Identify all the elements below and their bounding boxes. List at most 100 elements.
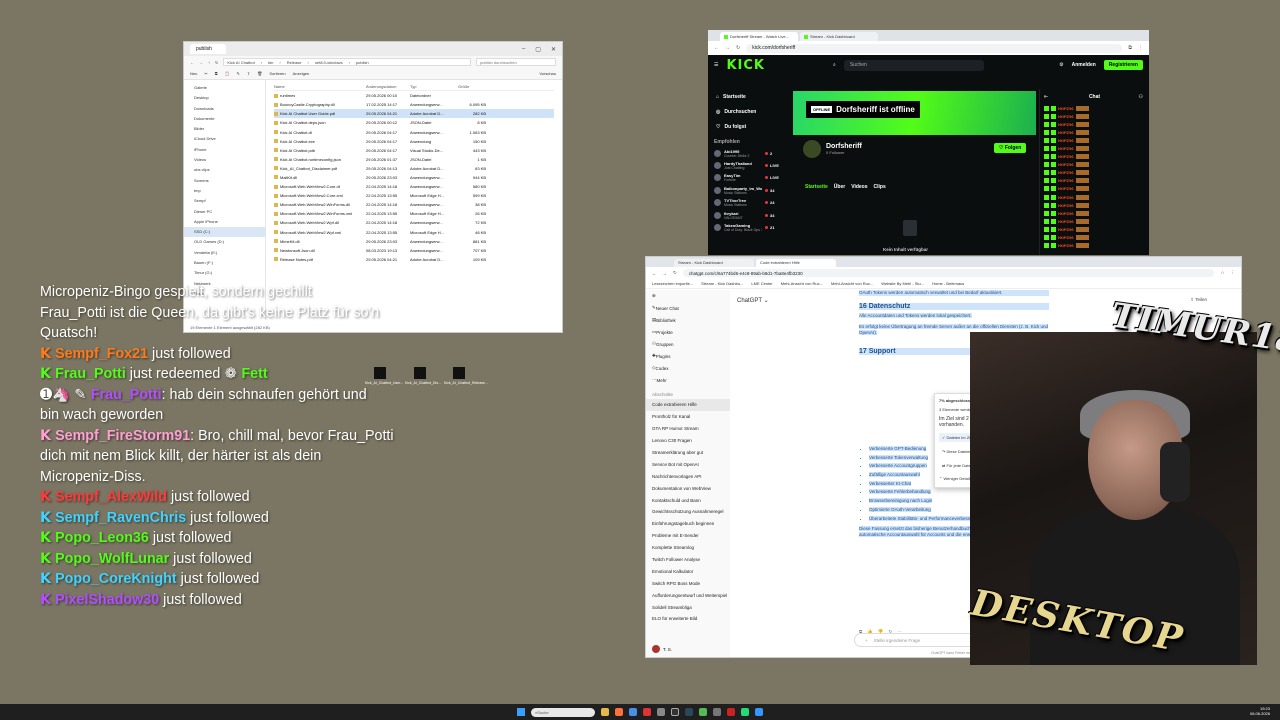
forward-arrow-icon[interactable]: → xyxy=(663,271,668,276)
view-button[interactable]: Anzeigen xyxy=(293,71,310,76)
recommended-channel[interactable]: EasyTim Fortnite LIVE xyxy=(708,172,788,184)
file-row[interactable]: MailKit.dll 29.05.2026 23:03 Anwendungserw… xyxy=(274,173,554,182)
nav-item[interactable]: Dieser PC xyxy=(184,207,265,217)
browser-tab[interactable]: Stream - Kick Dashboard xyxy=(800,32,878,41)
chat-username[interactable]: HOPZ96 xyxy=(1058,130,1074,135)
history-item[interactable]: ELO für erweiterte Bild xyxy=(646,613,730,625)
nav-item[interactable]: Screens xyxy=(184,176,265,186)
settings-gear-icon[interactable]: ⚙ xyxy=(1059,62,1063,68)
hamburger-menu-icon[interactable]: ☰ xyxy=(714,62,718,68)
star-icon[interactable]: ☆ xyxy=(1220,270,1224,276)
nav-following[interactable]: ♡ Du folgst xyxy=(708,119,788,134)
refresh-icon[interactable]: ↻ xyxy=(215,60,218,65)
app-icon[interactable] xyxy=(699,708,707,716)
obs-icon[interactable] xyxy=(671,708,679,716)
menu-dots-icon[interactable]: ⋮ xyxy=(1138,45,1143,51)
chat-username[interactable]: HOPZ96 xyxy=(1058,235,1074,240)
nav-item[interactable]: iCloud Drive xyxy=(184,134,265,144)
recommended-channel[interactable]: Ihrykari VALORANT 34 xyxy=(708,209,788,221)
chat-username[interactable]: HOPZ96 xyxy=(1058,211,1074,216)
share-button[interactable]: ⇪ Teilen xyxy=(1190,297,1207,303)
column-size-header[interactable]: Größe xyxy=(458,84,486,89)
file-row[interactable]: Kick AI Chatbot.pdb 29.05.2026 04:17 Visua… xyxy=(274,146,554,155)
file-row[interactable]: BouncyCastle.Cryptography.dll 17.02.2025 … xyxy=(274,100,554,109)
history-item[interactable]: Lenovo C30 Fragen xyxy=(646,435,730,447)
file-row[interactable]: Microsoft.Web.WebView2.WinForms.xml 22.04… xyxy=(274,209,554,218)
file-row[interactable]: Kick AI Chatbot.runtimeconfig.json 29.05.… xyxy=(274,155,554,164)
recommended-channel[interactable]: Abi1995 Counter-Strike 2 2 xyxy=(708,147,788,159)
collapse-chat-icon[interactable]: ⇤ xyxy=(1044,94,1048,100)
bookmark[interactable]: Home - Beitrmaus xyxy=(932,281,964,286)
browser-tab[interactable]: Stream - Kick Dashboard xyxy=(674,259,754,267)
close-icon[interactable]: ✕ xyxy=(551,46,556,53)
login-button[interactable]: Anmelden xyxy=(1072,62,1096,68)
taskbar-search[interactable]: ⌕ Suche xyxy=(531,707,595,717)
bookmark[interactable]: Stream - Kick Dashbo... xyxy=(701,281,743,286)
back-arrow-icon[interactable]: ← xyxy=(190,60,194,65)
file-row[interactable]: runtimes 29.05.2026 00:10 Dateiordner xyxy=(274,91,554,100)
copy-icon[interactable]: ⧉ xyxy=(215,71,218,76)
chat-username[interactable]: HOPZ96 xyxy=(1058,186,1074,191)
subtab-home[interactable]: Startseite xyxy=(805,184,828,190)
explorer-titlebar[interactable]: publish – ▢ ✕ xyxy=(184,42,562,56)
back-arrow-icon[interactable]: ← xyxy=(652,271,657,276)
browser-tab[interactable]: Code extrahieren Hilfe xyxy=(756,259,836,267)
app-icon[interactable] xyxy=(643,708,651,716)
column-date-header[interactable]: Änderungsdatum xyxy=(366,84,410,89)
chat-username[interactable]: HOPZ96 xyxy=(1058,122,1074,127)
chat-username[interactable]: HOPZ96 xyxy=(1058,162,1074,167)
kick-logo[interactable]: KICK xyxy=(726,58,765,73)
history-item[interactable]: Service Bot mit OpenAI xyxy=(646,458,730,470)
file-row[interactable]: Kick_AI_Chatbot_Disclaimer.pdf 29.05.2026… xyxy=(274,164,554,173)
kick-browser-window[interactable]: Dorfsheriff Stream - Watch Live... Strea… xyxy=(708,30,1149,255)
subtab-about[interactable]: Über xyxy=(834,184,845,190)
recommended-channel[interactable]: HardyThailand Just Chatting LIVE xyxy=(708,159,788,171)
follow-button[interactable]: ♡ Folgen xyxy=(994,143,1027,153)
chat-username[interactable]: HOPZ96 xyxy=(1058,227,1074,232)
file-row[interactable]: Microsoft.Web.WebView2.Core.dll 22.04.202… xyxy=(274,182,554,191)
subtab-clips[interactable]: Clips xyxy=(874,184,886,190)
url-bar[interactable]: chatgpt.com/c/6a774bd6-e4c8-89ab-b8d1-7b… xyxy=(682,269,1215,277)
kick-search-input[interactable]: Suchen xyxy=(843,59,984,71)
history-item[interactable]: Kontaktschuld und Bann xyxy=(646,494,730,506)
history-item[interactable]: Probleme mit E-Sender xyxy=(646,530,730,542)
model-selector[interactable]: ChatGPT ⌄ xyxy=(737,297,769,304)
file-row[interactable]: Kick AI Chatbot.dll 29.05.2026 04:17 Anwen… xyxy=(274,127,554,136)
breadcrumb-segment[interactable]: Kick AI Chatbot xyxy=(227,60,254,65)
channel-name[interactable]: Dorfsheriff xyxy=(826,143,862,150)
chat-username[interactable]: HOPZ96 xyxy=(1058,170,1074,175)
people-icon[interactable]: ⚇ xyxy=(1139,94,1143,100)
history-item[interactable]: Emotional Kalkulator xyxy=(646,565,730,577)
search-icon[interactable]: ⌕ xyxy=(833,62,836,68)
register-button[interactable]: Registrieren xyxy=(1103,60,1143,70)
bookmark[interactable]: Lesezeichen importie... xyxy=(652,281,693,286)
sidebar-item[interactable]: ⋯ Mehr xyxy=(646,374,730,386)
nav-item[interactable]: Bauen (F:) xyxy=(184,258,265,268)
history-item[interactable]: Gewichtsschützung Ausnahmeregel xyxy=(646,506,730,518)
sidebar-item[interactable]: ✚ Plugins xyxy=(646,350,730,362)
recommended-channel[interactable]: TakeoGaming Call of Duty: Black Ops 7 21 xyxy=(708,221,788,233)
nav-item[interactable]: Apple iPhone xyxy=(184,217,265,227)
menu-dots-icon[interactable]: ⋮ xyxy=(1231,270,1236,276)
bookmark[interactable]: Mehl-Ansicht von Ruc... xyxy=(831,281,873,286)
delete-icon[interactable]: 🗑 xyxy=(257,71,262,76)
sidebar-item[interactable]: ▭ Projekte xyxy=(646,326,730,338)
channel-avatar[interactable] xyxy=(803,140,821,158)
recommended-channel[interactable]: TVThorTree Music Stations 24 xyxy=(708,197,788,209)
nav-item[interactable]: iPhone xyxy=(184,145,265,155)
breadcrumb-segment[interactable]: net8.0-windows xyxy=(315,60,343,65)
nav-item[interactable]: Timur (G:) xyxy=(184,268,265,278)
nav-home[interactable]: ⌂ Startseite xyxy=(708,89,788,104)
history-item[interactable]: Streamerklärung aber gut xyxy=(646,447,730,459)
system-tray-clock[interactable]: 19:23 06.06.2026 xyxy=(1250,706,1270,716)
file-row[interactable]: MimeKit.dll 29.05.2026 23:03 Anwendungserw… xyxy=(274,237,554,246)
minimize-icon[interactable]: – xyxy=(522,46,525,53)
bookmark[interactable]: LME Center xyxy=(751,281,772,286)
reload-icon[interactable]: ↻ xyxy=(673,270,677,276)
app-icon[interactable] xyxy=(657,708,665,716)
history-item[interactable]: Prontholz für Kanal xyxy=(646,411,730,423)
chat-username[interactable]: HOPZ96 xyxy=(1058,106,1074,111)
file-row[interactable]: Newtonsoft.Json.dll 08.03.2023 19:13 Anwen… xyxy=(274,246,554,255)
explorer-tab[interactable]: publish xyxy=(190,44,226,54)
breadcrumb-segment[interactable]: publish xyxy=(356,60,369,65)
